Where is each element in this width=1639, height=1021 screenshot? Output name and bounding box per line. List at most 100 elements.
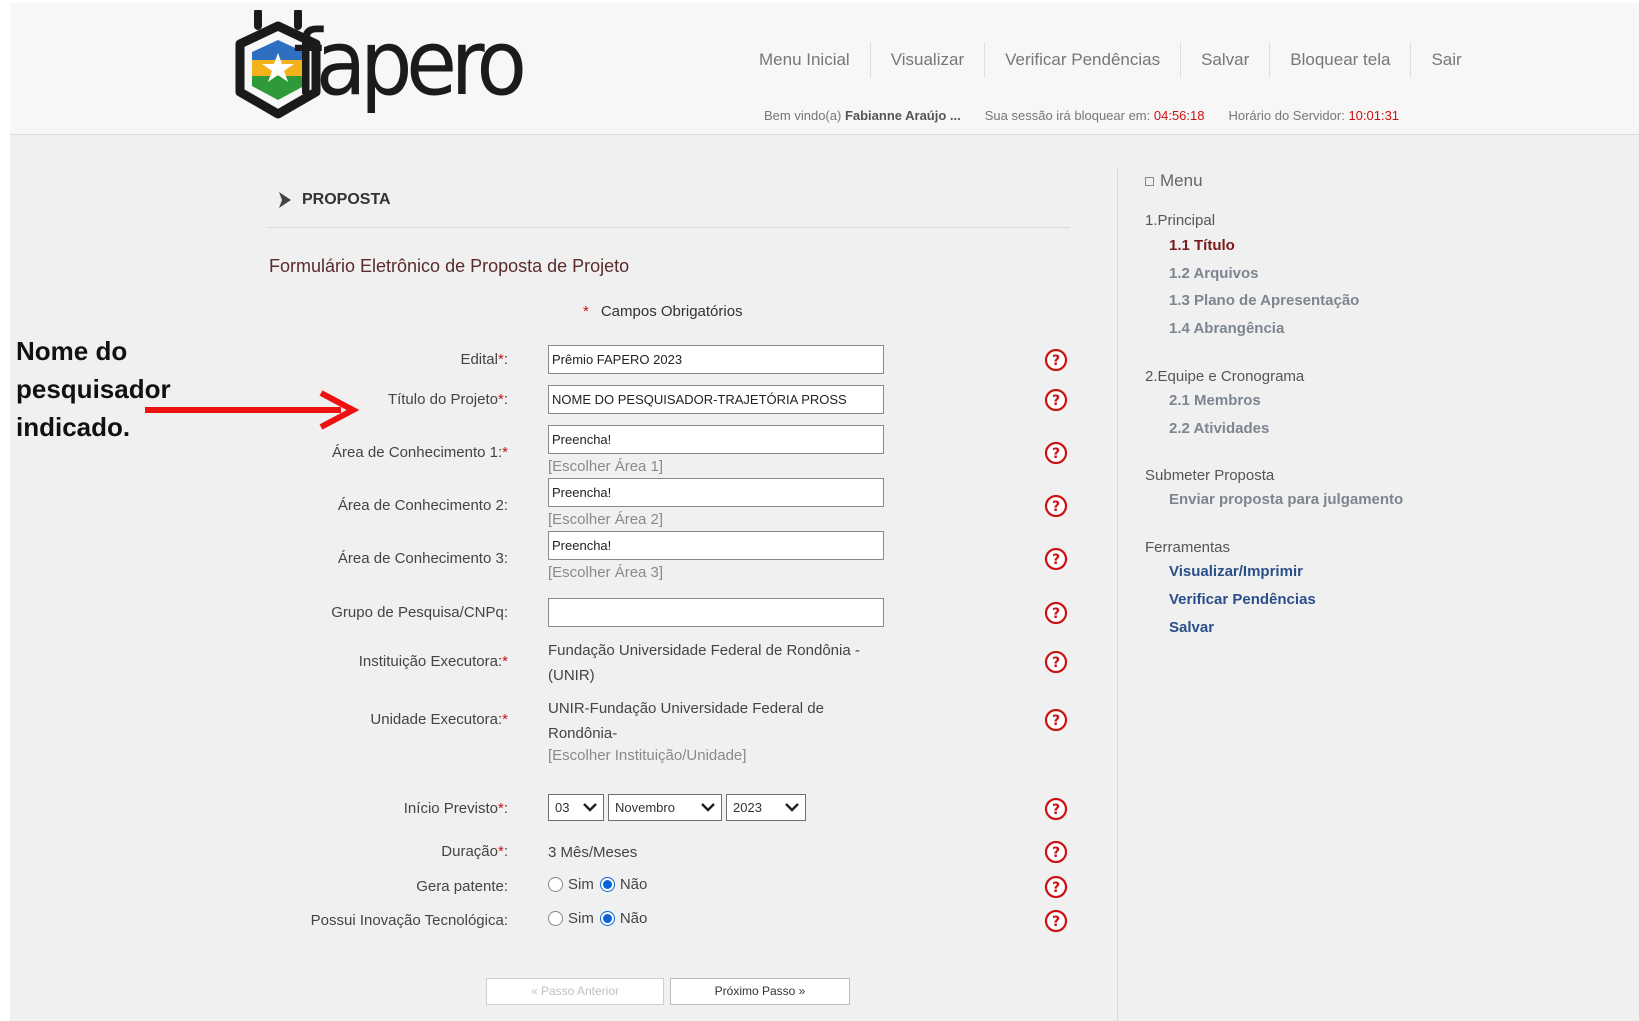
help-icon[interactable]: ?: [1044, 547, 1068, 571]
help-icon[interactable]: ?: [1044, 708, 1068, 732]
svg-text:?: ?: [1052, 802, 1060, 818]
escolher-unidade-link[interactable]: [Escolher Instituição/Unidade]: [548, 747, 746, 764]
help-icon[interactable]: ?: [1044, 797, 1068, 821]
svg-text:?: ?: [1052, 446, 1060, 462]
session-lock: Sua sessão irá bloquear em: 04:56:18: [985, 108, 1205, 123]
form-title: Formulário Eletrônico de Proposta de Pro…: [269, 256, 630, 276]
nav-verificar-pendencias[interactable]: Verificar Pendências: [984, 42, 1180, 78]
inovacao-nao-radio[interactable]: [599, 911, 615, 926]
duracao-value: 3 Mês/Meses: [548, 844, 638, 861]
patente-sim-radio[interactable]: [548, 877, 563, 892]
instituicao-label-text: Instituição Executora:: [358, 653, 503, 670]
area3-input[interactable]: Preencha!: [548, 531, 884, 560]
unidade-label-text: Unidade Executora:: [370, 711, 503, 728]
inicio-month-value: Novembro: [615, 800, 675, 815]
chevron-down-icon: [701, 803, 715, 812]
required-star: *: [497, 800, 504, 817]
svg-text:?: ?: [1052, 845, 1060, 861]
nav-sair[interactable]: Sair: [1410, 42, 1481, 78]
unidade-value: UNIR-Fundação Universidade Federal de Ro…: [548, 700, 824, 742]
sidebar-item-arquivos[interactable]: 1.2 Arquivos: [1169, 265, 1258, 282]
server-time-info: Horário do Servidor: 10:01:31: [1228, 108, 1399, 123]
svg-text:?: ?: [1052, 606, 1060, 622]
top-nav: Menu Inicial Visualizar Verificar Pendên…: [745, 42, 1482, 78]
sidebar-item-verificar[interactable]: Verificar Pendências: [1169, 591, 1316, 608]
inovacao-sim-radio[interactable]: [548, 911, 563, 926]
help-icon[interactable]: ?: [1044, 388, 1068, 412]
chevron-down-icon: [583, 803, 597, 812]
chevron-down-icon: [785, 803, 799, 812]
required-star: *: [497, 391, 504, 408]
area1-input[interactable]: Preencha!: [548, 425, 884, 454]
help-icon[interactable]: ?: [1044, 348, 1068, 372]
inicio-day-select[interactable]: 03: [548, 794, 604, 821]
escolher-area2-link[interactable]: [Escolher Área 2]: [548, 511, 663, 528]
help-icon[interactable]: ?: [1044, 875, 1068, 899]
nav-salvar[interactable]: Salvar: [1180, 42, 1269, 78]
page-frame: [10, 3, 1639, 1021]
help-icon[interactable]: ?: [1044, 601, 1068, 625]
escolher-area1-link[interactable]: [Escolher Área 1]: [548, 458, 663, 475]
inovacao-radio-group: Sim Não: [548, 910, 653, 927]
lock-time: 04:56:18: [1153, 108, 1205, 123]
escolher-area3-link[interactable]: [Escolher Área 3]: [548, 564, 663, 581]
required-star: *: [583, 303, 589, 320]
required-star: *: [502, 653, 508, 670]
server-time: 10:01:31: [1348, 108, 1400, 123]
inovacao-nao-label: Não: [619, 910, 648, 927]
inovacao-label: Possui Inovação Tecnológica:: [310, 912, 508, 929]
grupo-input[interactable]: [548, 598, 884, 627]
patente-nao-radio[interactable]: [599, 877, 615, 892]
help-icon[interactable]: ?: [1044, 840, 1068, 864]
area1-label-text: Área de Conhecimento 1:: [332, 444, 503, 461]
titulo-label-text: Título do Projeto: [387, 391, 498, 408]
lock-label: Sua sessão irá bloquear em:: [984, 108, 1151, 123]
welcome-text: Bem vindo(a) Fabianne Araújo ...: [764, 108, 961, 123]
help-icon[interactable]: ?: [1044, 650, 1068, 674]
breadcrumb: PROPOSTA: [276, 190, 391, 210]
inicio-year-select[interactable]: 2023: [726, 794, 806, 821]
titulo-label: Título do Projeto*:: [387, 391, 508, 408]
sidebar-item-plano[interactable]: 1.3 Plano de Apresentação: [1169, 292, 1359, 309]
sidebar-item-enviar[interactable]: Enviar proposta para julgamento: [1169, 491, 1403, 508]
collapse-box-icon[interactable]: [1145, 176, 1154, 186]
breadcrumb-label: PROPOSTA: [302, 191, 391, 208]
unidade-label: Unidade Executora:*: [370, 711, 508, 728]
nav-bloquear-tela[interactable]: Bloquear tela: [1269, 42, 1410, 78]
chevron-right-icon: [279, 192, 291, 208]
titulo-input[interactable]: NOME DO PESQUISADOR-TRAJETÓRIA PROSS: [548, 385, 884, 414]
area1-label: Área de Conhecimento 1:*: [332, 444, 508, 461]
next-step-button[interactable]: Próximo Passo »: [670, 978, 850, 1005]
area2-input[interactable]: Preencha!: [548, 478, 884, 507]
sidebar-item-salvar[interactable]: Salvar: [1169, 619, 1214, 636]
required-star: *: [497, 351, 504, 368]
sidebar-item-visualizar[interactable]: Visualizar/Imprimir: [1169, 563, 1303, 580]
session-bar: Bem vindo(a) Fabianne Araújo ... Sua ses…: [764, 108, 1399, 123]
inicio-month-select[interactable]: Novembro: [608, 794, 722, 821]
help-icon[interactable]: ?: [1044, 909, 1068, 933]
sidebar-heading-ferramentas: Ferramentas: [1145, 539, 1231, 556]
sidebar-item-atividades[interactable]: 2.2 Atividades: [1169, 420, 1269, 437]
inicio-year-value: 2023: [733, 800, 762, 815]
nav-visualizar[interactable]: Visualizar: [869, 42, 984, 78]
patente-radio-group: Sim Não: [548, 876, 653, 893]
help-icon[interactable]: ?: [1044, 441, 1068, 465]
sidebar-item-membros[interactable]: 2.1 Membros: [1169, 392, 1261, 409]
patente-nao-label: Não: [619, 876, 648, 893]
sidebar-item-abrangencia[interactable]: 1.4 Abrangência: [1169, 320, 1284, 337]
annotation-line: Nome do: [16, 336, 128, 366]
area2-label: Área de Conhecimento 2:: [337, 497, 508, 514]
inicio-label-text: Início Previsto: [403, 800, 498, 817]
svg-text:?: ?: [1052, 713, 1060, 729]
red-arrow-icon: [145, 390, 360, 430]
svg-text:?: ?: [1052, 353, 1060, 369]
required-note-text: Campos Obrigatórios: [600, 303, 743, 320]
sidebar-heading-submeter: Submeter Proposta: [1145, 467, 1275, 484]
previous-step-button[interactable]: « Passo Anterior: [486, 978, 664, 1005]
edital-input[interactable]: Prêmio FAPERO 2023: [548, 345, 884, 374]
duracao-label: Duração*:: [441, 843, 508, 860]
help-icon[interactable]: ?: [1044, 494, 1068, 518]
svg-text:?: ?: [1052, 499, 1060, 515]
nav-menu-inicial[interactable]: Menu Inicial: [745, 42, 870, 78]
sidebar-item-titulo[interactable]: 1.1 Título: [1169, 237, 1235, 254]
